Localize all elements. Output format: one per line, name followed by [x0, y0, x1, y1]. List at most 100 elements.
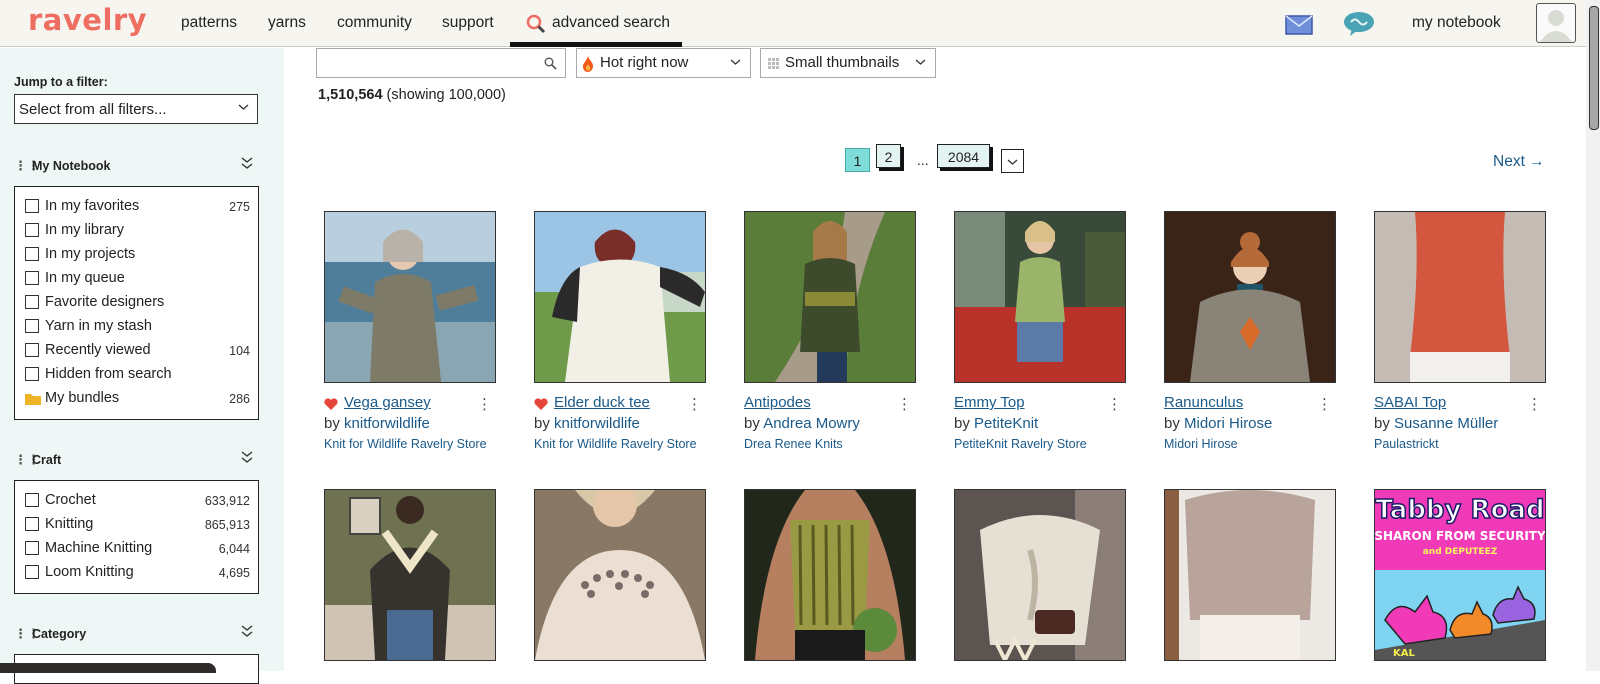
nav-support[interactable]: support — [442, 14, 494, 32]
pattern-thumbnail[interactable] — [1374, 211, 1546, 383]
collapse-icon[interactable] — [240, 156, 254, 170]
heart-icon[interactable] — [324, 398, 338, 410]
designer-link[interactable]: knitforwildlife — [344, 415, 430, 432]
more-options-icon[interactable]: ⋮ — [477, 395, 492, 413]
checkbox[interactable] — [25, 271, 39, 285]
more-options-icon[interactable]: ⋮ — [1527, 395, 1542, 413]
pattern-title-link[interactable]: Ranunculus — [1164, 394, 1243, 411]
checkbox[interactable] — [25, 541, 39, 555]
pattern-thumbnail[interactable] — [1164, 211, 1336, 383]
pattern-title-link[interactable]: SABAI Top — [1374, 394, 1446, 411]
nav-community[interactable]: community — [337, 14, 412, 32]
more-options-icon[interactable]: ⋮ — [1107, 395, 1122, 413]
filter-hidden-from-search[interactable]: Hidden from search — [25, 365, 250, 385]
checkbox[interactable] — [25, 493, 39, 507]
craft-section-title[interactable]: ⋮⋮Craft — [14, 450, 264, 468]
pattern-thumbnail[interactable] — [744, 489, 916, 661]
designer-link[interactable]: Midori Hirose — [1184, 415, 1272, 432]
pattern-title-link[interactable]: Vega gansey — [344, 394, 431, 411]
page-jump-dropdown[interactable] — [1001, 149, 1024, 173]
checkbox[interactable] — [25, 247, 39, 261]
jump-to-filter-select[interactable]: Select from all filters... — [14, 94, 258, 124]
my-notebook-section-title[interactable]: ⋮⋮My Notebook — [14, 156, 264, 174]
filter-machine-knitting[interactable]: Machine Knitting 6,044 — [25, 539, 250, 559]
next-page-link[interactable]: Next → — [1493, 153, 1545, 171]
pattern-store-link[interactable]: Drea Renee Knits — [744, 437, 909, 451]
checkbox[interactable] — [25, 223, 39, 237]
tabby-kal: KAL — [1393, 648, 1415, 659]
pattern-title-link[interactable]: Emmy Top — [954, 394, 1025, 411]
filter-yarn-in-stash[interactable]: Yarn in my stash — [25, 317, 250, 337]
checkbox[interactable] — [25, 199, 39, 213]
page-last-button[interactable]: 2084 — [937, 144, 990, 168]
checkbox[interactable] — [25, 565, 39, 579]
jump-select-value: Select from all filters... — [19, 101, 167, 118]
page-scrollbar[interactable] — [1586, 0, 1600, 671]
pattern-thumbnail[interactable] — [324, 211, 496, 383]
checkbox[interactable] — [25, 517, 39, 531]
jump-to-filter-label: Jump to a filter: — [14, 75, 108, 89]
filter-in-my-favorites[interactable]: In my favorites 275 — [25, 197, 250, 217]
filter-knitting[interactable]: Knitting 865,913 — [25, 515, 250, 535]
sort-select[interactable]: Hot right now — [576, 48, 751, 78]
category-section-title[interactable]: ⋮⋮Category — [14, 624, 264, 642]
filter-in-my-library[interactable]: In my library — [25, 221, 250, 241]
pattern-thumbnail[interactable] — [954, 211, 1126, 383]
more-options-icon[interactable]: ⋮ — [687, 395, 702, 413]
filter-recently-viewed[interactable]: Recently viewed 104 — [25, 341, 250, 361]
pattern-title-link[interactable]: Elder duck tee — [554, 394, 650, 411]
filter-in-my-projects[interactable]: In my projects — [25, 245, 250, 265]
heart-icon[interactable] — [534, 398, 548, 410]
pattern-store-link[interactable]: Paulastrickt — [1374, 437, 1539, 451]
pattern-designer: by Midori Hirose — [1164, 415, 1273, 432]
pattern-thumbnail[interactable] — [954, 489, 1126, 661]
nav-advanced-search[interactable]: advanced search — [510, 0, 682, 47]
mail-icon[interactable] — [1285, 15, 1313, 35]
pattern-thumbnail[interactable] — [534, 489, 706, 661]
nav-my-notebook[interactable]: my notebook — [1412, 14, 1501, 32]
pattern-thumbnail[interactable] — [534, 211, 706, 383]
designer-link[interactable]: Andrea Mowry — [763, 415, 860, 432]
nav-yarns[interactable]: yarns — [268, 14, 306, 32]
filter-my-bundles[interactable]: My bundles 286 — [25, 389, 250, 409]
pattern-store-link[interactable]: Midori Hirose — [1164, 437, 1329, 451]
collapse-icon[interactable] — [240, 624, 254, 638]
chat-icon[interactable] — [1343, 11, 1375, 37]
checkbox[interactable] — [25, 295, 39, 309]
search-input[interactable] — [316, 48, 566, 78]
view-select[interactable]: Small thumbnails — [760, 48, 936, 78]
drag-handle-icon[interactable]: ⋮⋮ — [14, 452, 40, 468]
more-options-icon[interactable]: ⋮ — [897, 395, 912, 413]
nav-patterns[interactable]: patterns — [181, 14, 237, 32]
pattern-store-link[interactable]: Knit for Wildlife Ravelry Store — [324, 437, 489, 451]
avatar[interactable] — [1536, 3, 1576, 43]
checkbox[interactable] — [25, 367, 39, 381]
pattern-title-link[interactable]: Antipodes — [744, 394, 811, 411]
search-icon[interactable] — [544, 57, 557, 70]
pattern-thumbnail[interactable] — [1164, 489, 1336, 661]
pattern-store-link[interactable]: PetiteKnit Ravelry Store — [954, 437, 1119, 451]
pattern-store-link[interactable]: Knit for Wildlife Ravelry Store — [534, 437, 699, 451]
chevron-down-icon — [1007, 159, 1018, 165]
drag-handle-icon[interactable]: ⋮⋮ — [14, 158, 40, 174]
filter-crochet[interactable]: Crochet 633,912 — [25, 491, 250, 511]
page-2-button[interactable]: 2 — [876, 144, 901, 168]
page-1-button[interactable]: 1 — [845, 148, 870, 172]
pattern-thumbnail[interactable] — [744, 211, 916, 383]
collapse-icon[interactable] — [240, 450, 254, 464]
designer-link[interactable]: PetiteKnit — [974, 415, 1038, 432]
filter-in-my-queue[interactable]: In my queue — [25, 269, 250, 289]
pattern-thumbnail[interactable]: Tabby Road SHARON FROM SECURITY and DEPU… — [1374, 489, 1546, 661]
filter-loom-knitting[interactable]: Loom Knitting 4,695 — [25, 563, 250, 583]
designer-link[interactable]: Susanne Müller — [1394, 415, 1498, 432]
pattern-designer: by knitforwildlife — [324, 415, 430, 432]
ravelry-logo[interactable]: ravelry — [28, 3, 147, 37]
checkbox[interactable] — [25, 343, 39, 357]
filter-favorite-designers[interactable]: Favorite designers — [25, 293, 250, 313]
pattern-designer: by Susanne Müller — [1374, 415, 1499, 432]
checkbox[interactable] — [25, 319, 39, 333]
drag-handle-icon[interactable]: ⋮⋮ — [14, 626, 40, 642]
designer-link[interactable]: knitforwildlife — [554, 415, 640, 432]
more-options-icon[interactable]: ⋮ — [1317, 395, 1332, 413]
pattern-thumbnail[interactable] — [324, 489, 496, 661]
